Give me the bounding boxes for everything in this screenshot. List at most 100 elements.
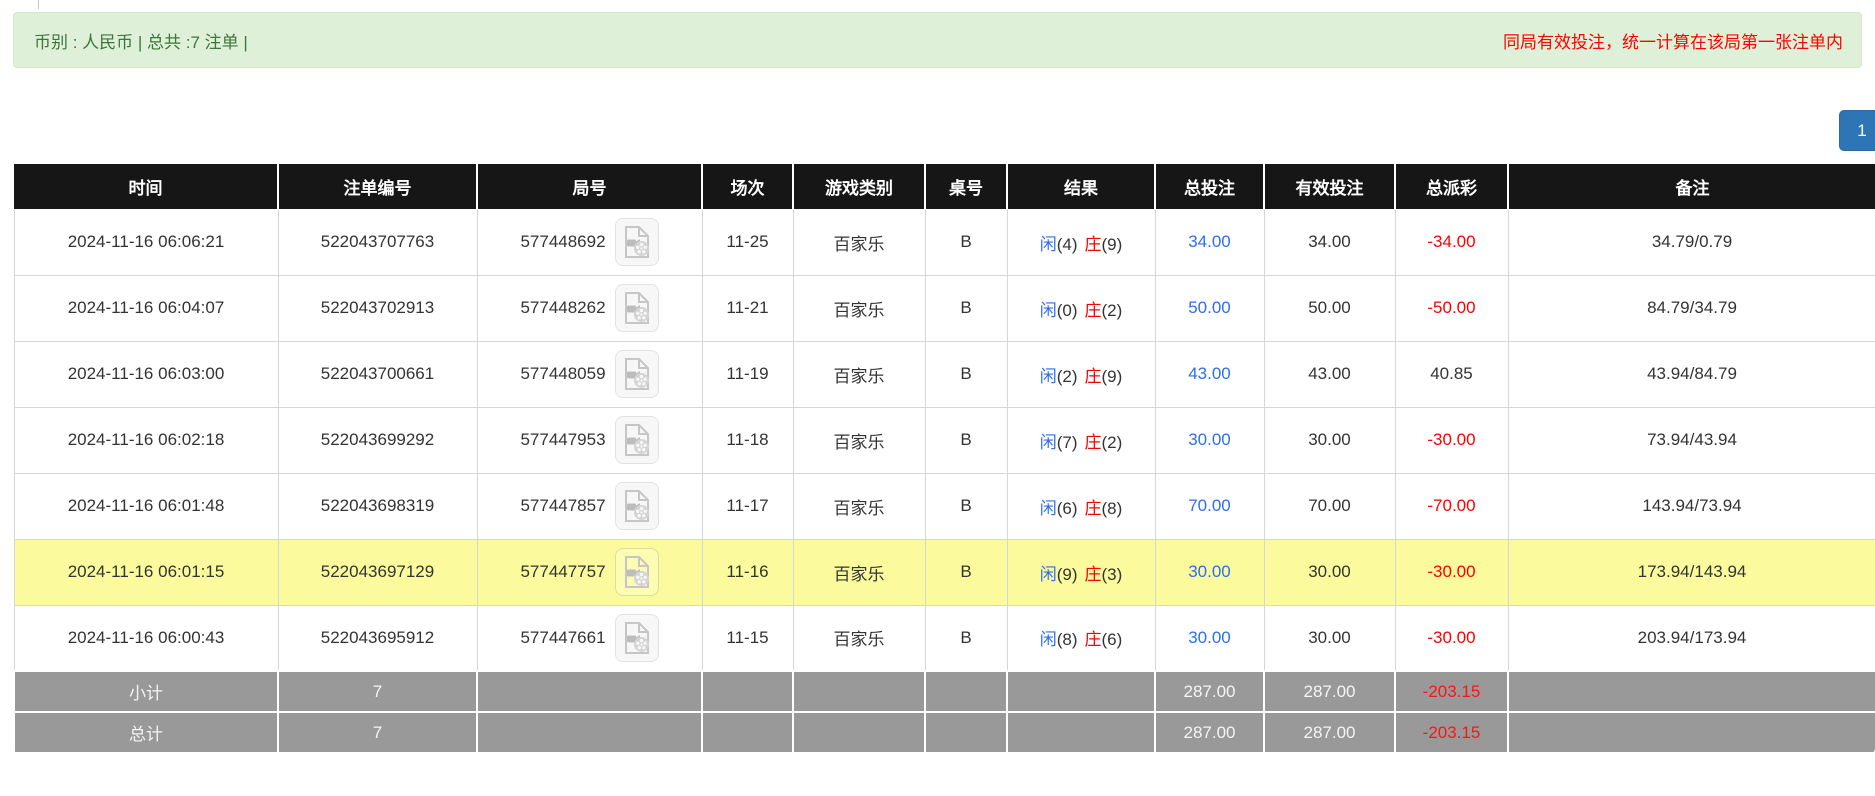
top-edge-artifact	[38, 0, 39, 9]
table-row: 2024-11-16 06:00:43 522043695912 5774476…	[13, 604, 1875, 672]
cell-result: 闲(6) 庄(8)	[1006, 472, 1156, 540]
round-number: 577448692	[520, 232, 606, 251]
cell-time: 2024-11-16 06:04:07	[13, 274, 279, 342]
total-bet-link[interactable]: 43.00	[1188, 364, 1231, 383]
cell-round-id: 577447661	[476, 604, 703, 672]
result-player-label: 闲	[1039, 630, 1057, 650]
summary-valid-bet: 287.00	[1263, 711, 1396, 754]
cell-result: 闲(8) 庄(6)	[1006, 604, 1156, 672]
cell-payout: -30.00	[1394, 604, 1509, 672]
video-replay-button[interactable]	[614, 284, 659, 332]
total-bet-link[interactable]: 30.00	[1188, 562, 1231, 581]
summary-empty-cell	[792, 670, 926, 713]
result-banker-label: 庄	[1084, 366, 1102, 386]
cell-table-no: B	[924, 274, 1008, 342]
column-header-valid-bet: 有效投注	[1263, 164, 1395, 210]
video-replay-button[interactable]	[614, 218, 659, 266]
result-player-score: (2)	[1056, 366, 1078, 386]
video-replay-button[interactable]	[614, 613, 659, 662]
column-header-round-id: 局号	[476, 164, 702, 210]
cell-valid-bet: 30.00	[1263, 406, 1396, 474]
cell-game-type: 百家乐	[792, 472, 926, 540]
column-header-table-no: 桌号	[924, 164, 1007, 210]
video-replay-button[interactable]	[614, 548, 659, 596]
summary-banner: 币别 : 人民币 | 总共 :7 注单 | 同局有效投注，统一计算在该局第一张注…	[13, 12, 1862, 68]
cell-session: 11-19	[701, 340, 794, 408]
result-banker-score: (6)	[1101, 630, 1123, 650]
cell-game-type: 百家乐	[792, 274, 926, 342]
currency-summary-text: 币别 : 人民币 | 总共 :7 注单 |	[34, 32, 248, 52]
cell-remark: 143.94/73.94	[1507, 472, 1875, 540]
cell-payout: -30.00	[1394, 538, 1509, 606]
result-banker-label: 庄	[1084, 630, 1102, 650]
pagination-page-1-button[interactable]: 1	[1839, 110, 1875, 151]
result-player-score: (8)	[1056, 630, 1078, 650]
table-header: 时间 注单编号 局号 场次 游戏类别 桌号 结果 总投注 有效投注 总派彩 备注	[14, 164, 1875, 210]
summary-valid-bet: 287.00	[1263, 670, 1396, 713]
bet-records-table-wrap: 时间 注单编号 局号 场次 游戏类别 桌号 结果 总投注 有效投注 总派彩 备注…	[13, 164, 1875, 754]
result-player-label: 闲	[1039, 432, 1057, 452]
cell-bet-id: 522043699292	[277, 406, 478, 474]
cell-total-bet: 30.00	[1154, 538, 1265, 606]
cell-table-no: B	[924, 604, 1008, 672]
summary-payout: -203.15	[1394, 711, 1509, 754]
summary-count: 7	[277, 670, 478, 713]
total-bet-link[interactable]: 34.00	[1188, 232, 1231, 251]
cell-result: 闲(2) 庄(9)	[1006, 340, 1156, 408]
cell-result: 闲(0) 庄(2)	[1006, 274, 1156, 342]
result-banker-score: (2)	[1101, 300, 1123, 320]
total-bet-link[interactable]: 70.00	[1188, 496, 1231, 515]
total-bet-link[interactable]: 30.00	[1188, 430, 1231, 449]
round-number: 577447857	[520, 496, 606, 515]
summary-empty-cell	[476, 670, 703, 713]
bet-records-table: 时间 注单编号 局号 场次 游戏类别 桌号 结果 总投注 有效投注 总派彩 备注…	[13, 164, 1875, 754]
cell-game-type: 百家乐	[792, 604, 926, 672]
summary-empty-cell	[1006, 670, 1156, 713]
cell-total-bet: 34.00	[1154, 208, 1265, 276]
cell-bet-id: 522043698319	[277, 472, 478, 540]
cell-table-no: B	[924, 340, 1008, 408]
result-player-score: (0)	[1056, 300, 1078, 320]
result-banker-label: 庄	[1084, 498, 1102, 518]
result-player-label: 闲	[1039, 564, 1057, 584]
cell-session: 11-18	[701, 406, 794, 474]
video-replay-button[interactable]	[614, 482, 659, 530]
cell-bet-id: 522043700661	[277, 340, 478, 408]
bet-history-page: 币别 : 人民币 | 总共 :7 注单 | 同局有效投注，统一计算在该局第一张注…	[0, 0, 1875, 796]
total-bet-link[interactable]: 50.00	[1188, 298, 1231, 317]
cell-total-bet: 50.00	[1154, 274, 1265, 342]
cell-total-bet: 30.00	[1154, 604, 1265, 672]
cell-bet-id: 522043702913	[277, 274, 478, 342]
cell-time: 2024-11-16 06:02:18	[13, 406, 279, 474]
video-replay-button[interactable]	[614, 416, 659, 464]
result-player-score: (7)	[1056, 432, 1078, 452]
summary-empty-cell	[1507, 670, 1875, 713]
summary-total-bet: 287.00	[1154, 711, 1265, 754]
round-number: 577448262	[520, 298, 606, 317]
video-file-icon	[624, 358, 649, 390]
column-header-remark: 备注	[1507, 164, 1875, 210]
cell-bet-id: 522043695912	[277, 604, 478, 672]
table-footer: 小计 7 287.00 287.00 -203.15 总计 7 287.00 2…	[13, 670, 1875, 754]
result-player-score: (4)	[1056, 234, 1078, 254]
cell-remark: 203.94/173.94	[1507, 604, 1875, 672]
cell-time: 2024-11-16 06:00:43	[13, 604, 279, 672]
total-bet-link[interactable]: 30.00	[1188, 628, 1231, 647]
cell-valid-bet: 34.00	[1263, 208, 1396, 276]
cell-result: 闲(4) 庄(9)	[1006, 208, 1156, 276]
cell-session: 11-17	[701, 472, 794, 540]
summary-empty-cell	[476, 711, 703, 754]
table-row: 2024-11-16 06:04:07 522043702913 5774482…	[13, 274, 1875, 342]
video-replay-button[interactable]	[614, 350, 659, 398]
video-file-icon	[624, 621, 649, 654]
column-header-time: 时间	[14, 164, 278, 210]
cell-valid-bet: 30.00	[1263, 604, 1396, 672]
result-banker-label: 庄	[1084, 234, 1102, 254]
summary-empty-cell	[701, 670, 794, 713]
cell-payout: -34.00	[1394, 208, 1509, 276]
cell-round-id: 577447757	[476, 538, 703, 606]
cell-valid-bet: 30.00	[1263, 538, 1396, 606]
video-file-icon	[624, 226, 649, 258]
cell-round-id: 577448692	[476, 208, 703, 276]
result-banker-score: (9)	[1101, 366, 1123, 386]
